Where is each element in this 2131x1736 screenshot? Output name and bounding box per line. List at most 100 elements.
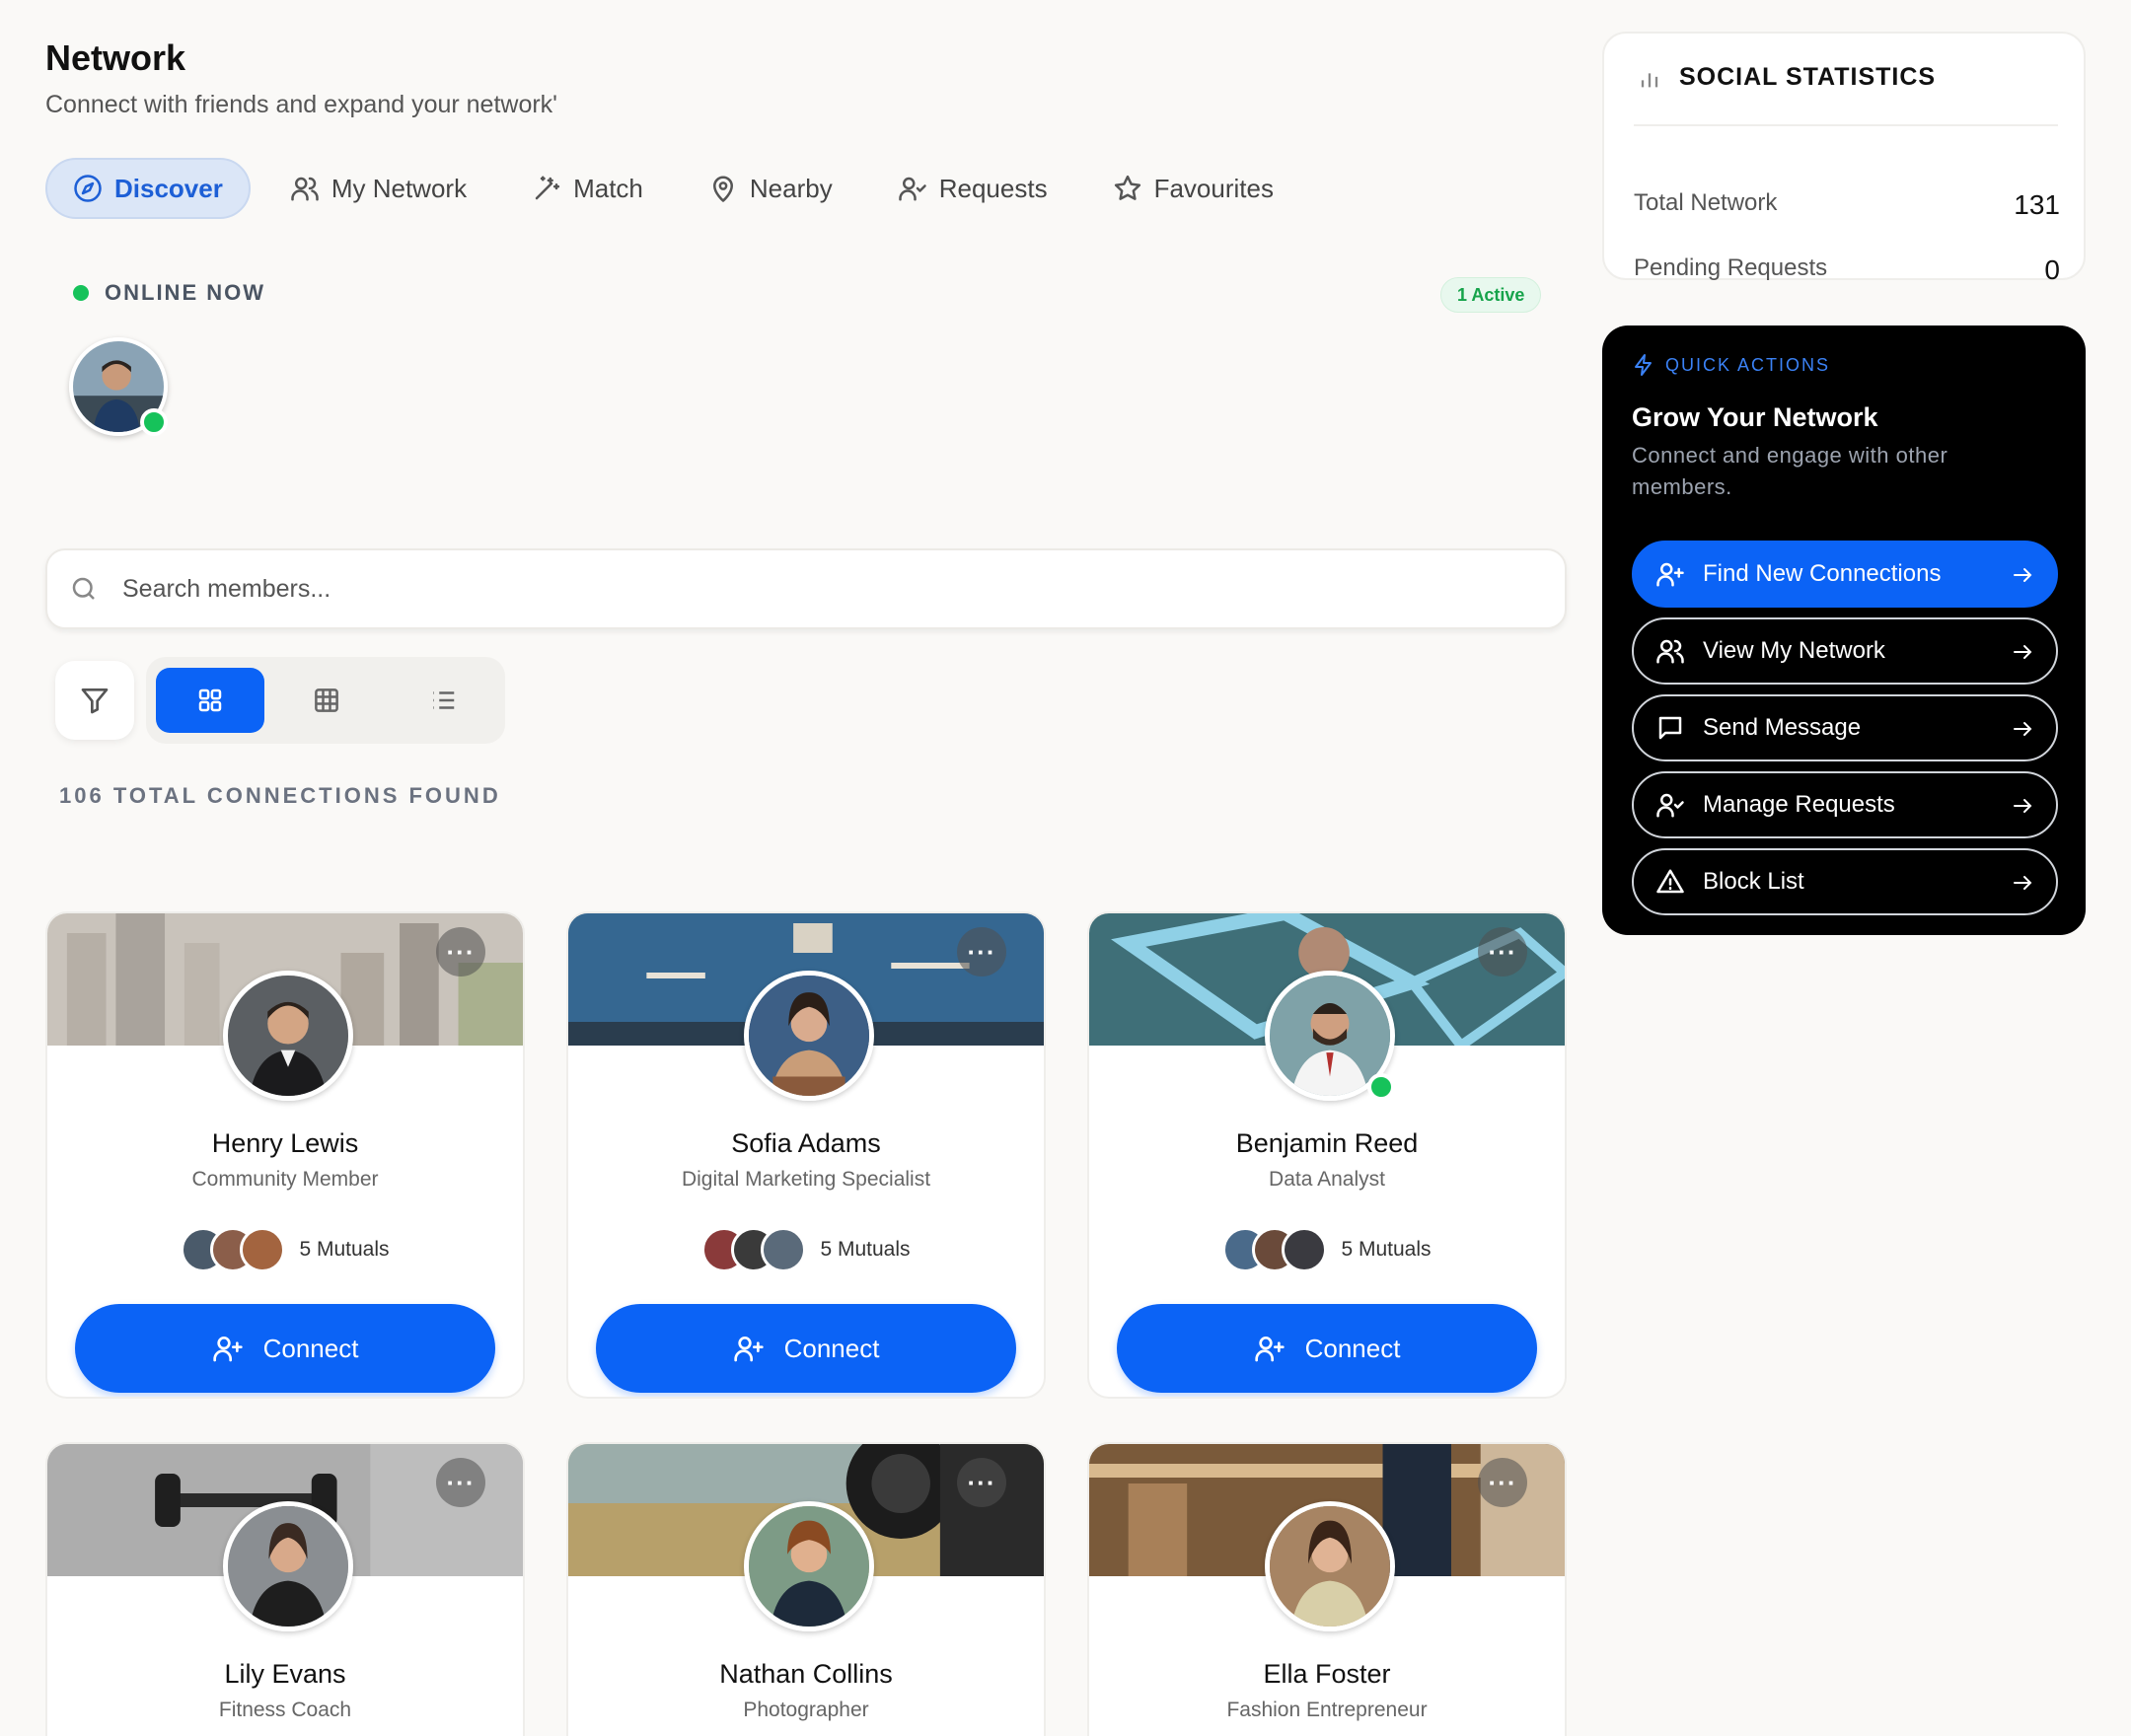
tab-label: Favourites: [1153, 173, 1274, 203]
block-list-button[interactable]: Block List: [1632, 848, 2058, 915]
member-role: Digital Marketing Specialist: [681, 1168, 931, 1191]
stats-title: SOCIAL STATISTICS: [1679, 63, 1937, 91]
button-label: View My Network: [1703, 637, 1885, 664]
button-label: Find New Connections: [1703, 560, 1942, 587]
quick-actions-title: Grow Your Network: [1632, 402, 1878, 432]
mutual-avatar: [761, 1227, 807, 1272]
network-tabs: Discover My Network Match Nearby Request…: [45, 158, 1313, 219]
wand-icon: [535, 176, 560, 200]
member-avatar[interactable]: [1265, 1501, 1395, 1631]
divider: [1634, 124, 2058, 126]
arrow-right-icon: [2014, 799, 2032, 813]
member-card: ··· Sofia Adams Digital Marketing Specia…: [566, 911, 1046, 1399]
user-check-icon: [898, 177, 926, 201]
more-options-button[interactable]: ···: [957, 927, 1006, 976]
quick-actions-kicker: QUICK ACTIONS: [1632, 353, 1830, 377]
member-role: Community Member: [191, 1168, 379, 1191]
grid-small-icon: [315, 688, 338, 712]
page-title: Network: [45, 37, 186, 78]
quick-actions-description: Connect and engage with other members.: [1632, 443, 1948, 499]
social-statistics-card: SOCIAL STATISTICS Total Network 131 Pend…: [1602, 32, 2086, 285]
tab-match[interactable]: Match: [506, 158, 669, 219]
mutuals-count: 5 Mutuals: [1341, 1238, 1432, 1261]
tab-discover[interactable]: Discover: [45, 158, 251, 219]
member-name: Ella Foster: [1263, 1659, 1391, 1689]
search-bar: [45, 548, 1567, 629]
mutual-connections: 5 Mutuals: [1089, 1227, 1565, 1272]
tab-label: My Network: [331, 173, 468, 203]
avatar-image: [228, 1506, 348, 1627]
arrow-right-icon: [2014, 722, 2032, 736]
search-icon: [72, 577, 95, 600]
search-input[interactable]: [122, 574, 1504, 604]
arrow-right-icon: [2014, 645, 2032, 659]
view-toggle: [146, 657, 505, 744]
member-card: ··· Nathan Collins Photographer: [566, 1442, 1046, 1736]
manage-requests-button[interactable]: Manage Requests: [1632, 771, 2058, 838]
member-avatar[interactable]: [744, 971, 874, 1101]
member-role: Photographer: [743, 1699, 869, 1721]
tab-requests[interactable]: Requests: [872, 158, 1073, 219]
compass-icon: [74, 175, 102, 202]
connections-count: 106 TOTAL CONNECTIONS FOUND: [59, 783, 501, 808]
filter-icon: [81, 688, 109, 714]
member-card: ··· Ella Foster Fashion Entrepreneur: [1087, 1442, 1567, 1736]
user-plus-icon: [1254, 1337, 1285, 1362]
tab-label: Match: [573, 173, 643, 203]
map-pin-icon: [712, 176, 733, 202]
button-label: Send Message: [1703, 714, 1862, 741]
list-icon: [433, 691, 455, 709]
mutual-avatar: [1282, 1227, 1328, 1272]
member-avatar[interactable]: [223, 971, 353, 1101]
stat-value: 131: [2014, 189, 2060, 220]
member-avatar[interactable]: [223, 1501, 353, 1631]
more-options-button[interactable]: ···: [957, 1458, 1006, 1507]
tab-label: Requests: [938, 173, 1048, 203]
more-options-button[interactable]: ···: [1478, 1458, 1527, 1507]
view-my-network-button[interactable]: View My Network: [1632, 617, 2058, 685]
page-subtitle: Connect with friends and expand your net…: [45, 91, 557, 118]
avatar-image: [749, 1506, 869, 1627]
online-status-badge: [140, 408, 168, 436]
connect-button[interactable]: Connect: [1117, 1304, 1537, 1393]
stat-label: Pending Requests: [1634, 254, 1828, 281]
online-dot: [73, 285, 89, 301]
user-plus-icon: [212, 1337, 243, 1362]
more-options-button[interactable]: ···: [436, 927, 485, 976]
mutual-connections: 5 Mutuals: [568, 1227, 1044, 1272]
more-options-button[interactable]: ···: [436, 1458, 485, 1507]
tab-my-network[interactable]: My Network: [264, 158, 492, 219]
online-status-badge: [1367, 1073, 1395, 1101]
lightning-icon: [1635, 354, 1652, 376]
stat-total-network: Total Network 131: [1634, 189, 2060, 221]
member-name: Lily Evans: [224, 1659, 346, 1689]
member-name: Sofia Adams: [731, 1128, 881, 1158]
tab-favourites[interactable]: Favourites: [1087, 158, 1299, 219]
filter-button[interactable]: [55, 661, 134, 740]
avatar-image: [228, 976, 348, 1096]
view-cards-button[interactable]: [156, 668, 264, 733]
main-content: Network Connect with friends and expand …: [45, 0, 1567, 1736]
send-message-button[interactable]: Send Message: [1632, 694, 2058, 761]
view-list-button[interactable]: [389, 668, 497, 733]
find-new-connections-button[interactable]: Find New Connections: [1632, 541, 2058, 608]
tab-nearby[interactable]: Nearby: [683, 158, 858, 219]
member-card: ··· Lily Evans Fitness Coach: [45, 1442, 525, 1736]
button-label: Block List: [1703, 868, 1804, 895]
avatar-image: [749, 976, 869, 1096]
member-role: Fitness Coach: [218, 1699, 352, 1721]
star-icon: [1114, 175, 1140, 200]
button-label: Manage Requests: [1703, 791, 1895, 818]
user-plus-icon: [733, 1337, 764, 1362]
member-card: ··· Benjamin Reed Data Analyst 5 Mutuals…: [1087, 911, 1567, 1399]
mutuals-count: 5 Mutuals: [299, 1238, 390, 1261]
arrow-right-icon: [2014, 876, 2032, 890]
warning-icon: [1656, 869, 1684, 894]
more-options-button[interactable]: ···: [1478, 927, 1527, 976]
member-avatar[interactable]: [744, 1501, 874, 1631]
connect-button[interactable]: Connect: [75, 1304, 495, 1393]
stat-label: Total Network: [1634, 189, 1778, 216]
view-table-button[interactable]: [272, 668, 381, 733]
connect-label: Connect: [783, 1333, 880, 1363]
connect-button[interactable]: Connect: [596, 1304, 1016, 1393]
